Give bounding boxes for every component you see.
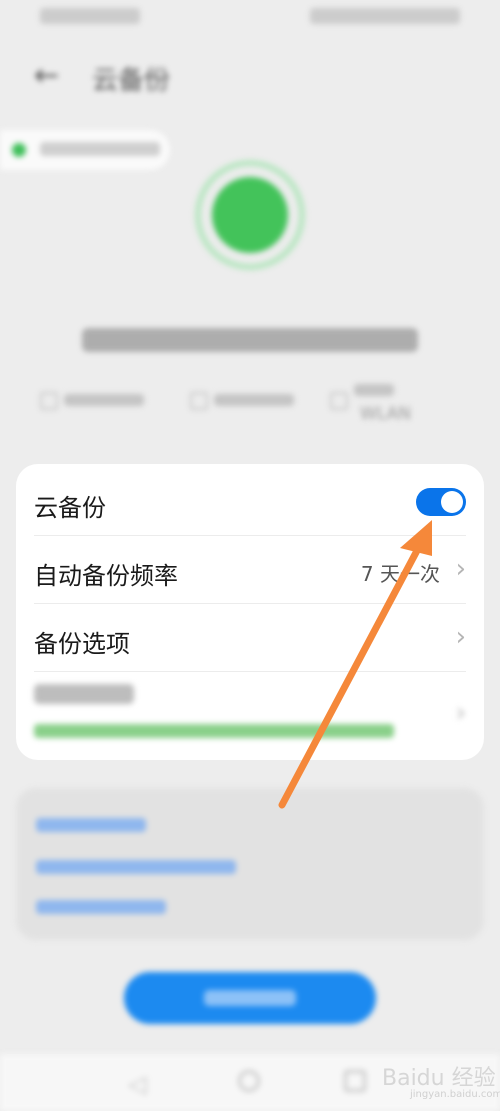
nav-back-icon[interactable]: ◁	[128, 1070, 146, 1098]
account-pill	[0, 130, 170, 170]
watermark-logo: Baidu 经验	[382, 1066, 496, 1091]
checkbox-icon	[190, 392, 208, 410]
watermark-url: jingyan.baidu.com	[410, 1089, 500, 1100]
nav-recents-icon[interactable]	[344, 1070, 366, 1092]
cloud-backup-toggle[interactable]	[416, 488, 466, 516]
help-link[interactable]	[36, 900, 166, 914]
backup-status-icon	[212, 177, 288, 253]
auto-frequency-row[interactable]: 自动备份频率 7 天一次 ›	[34, 536, 466, 604]
auto-frequency-label: 自动备份频率	[34, 562, 178, 590]
backup-conditions: WLAN	[40, 380, 460, 430]
restore-data-label	[34, 684, 134, 704]
cloud-backup-label: 云备份	[34, 494, 106, 522]
divider	[34, 671, 466, 672]
condition-text	[64, 394, 144, 406]
backup-now-label	[204, 990, 296, 1006]
wlan-label: WLAN	[360, 404, 412, 424]
nav-home-icon[interactable]	[238, 1070, 260, 1092]
back-arrow-icon[interactable]: ←	[34, 58, 59, 93]
account-text	[40, 142, 160, 156]
help-link[interactable]	[36, 860, 236, 874]
checkbox-icon	[330, 392, 348, 410]
condition-text	[354, 384, 394, 396]
page-title: 云备份	[92, 66, 171, 96]
status-dot-icon	[12, 143, 26, 157]
status-bar	[0, 0, 500, 36]
backup-options-label: 备份选项	[34, 630, 130, 658]
restore-data-row[interactable]: ›	[34, 676, 466, 756]
cloud-backup-row[interactable]: 云备份	[34, 468, 466, 536]
backup-now-button[interactable]	[124, 972, 376, 1024]
condition-text	[214, 394, 294, 406]
checkbox-icon	[40, 392, 58, 410]
status-icons	[310, 8, 460, 24]
backup-condition-message	[82, 328, 418, 352]
chevron-right-icon: ›	[455, 622, 466, 652]
carrier-info	[40, 8, 140, 24]
condition-item	[190, 390, 310, 410]
help-link[interactable]	[36, 818, 146, 832]
condition-item	[40, 390, 160, 410]
help-links-card	[16, 788, 484, 940]
last-backup-info	[34, 724, 394, 738]
chevron-right-icon: ›	[455, 698, 466, 728]
app-header: ← 云备份	[0, 48, 500, 104]
chevron-right-icon: ›	[455, 554, 466, 584]
backup-options-row[interactable]: 备份选项 ›	[34, 604, 466, 672]
auto-frequency-value: 7 天一次	[360, 562, 440, 586]
toggle-knob	[441, 491, 463, 513]
settings-card: 云备份 自动备份频率 7 天一次 › 备份选项 › ›	[16, 464, 484, 760]
